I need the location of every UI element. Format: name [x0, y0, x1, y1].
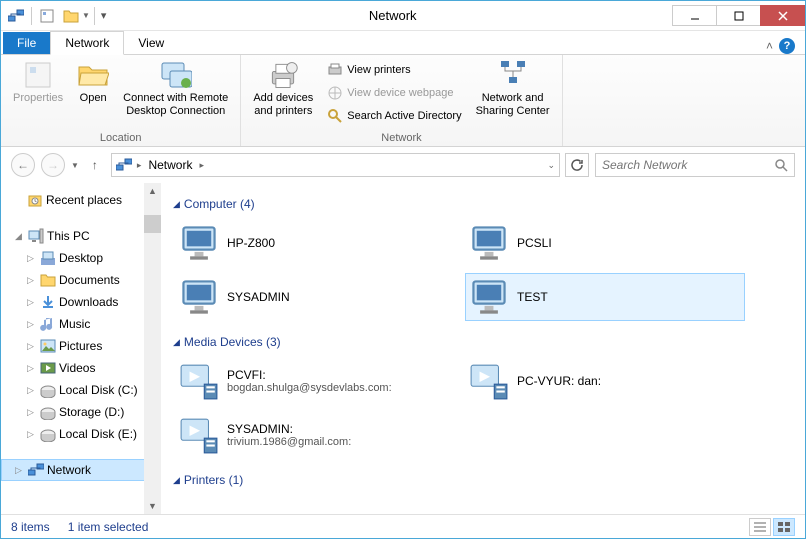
media-item[interactable]: SYSADMIN:trivium.1986@gmail.com: — [175, 411, 455, 459]
forward-button: → — [41, 153, 65, 177]
qat-network-icon[interactable] — [5, 5, 27, 27]
qat-properties-icon[interactable] — [36, 5, 58, 27]
tree-disk-c[interactable]: ▷Local Disk (C:) — [1, 379, 161, 401]
ribbon-tabs: File Network View ˄ ? — [1, 31, 805, 55]
tab-network[interactable]: Network — [50, 31, 124, 55]
media-item[interactable]: PC-VYUR: dan: — [465, 357, 745, 405]
properties-button: Properties — [7, 57, 69, 131]
status-bar: 8 items 1 item selected — [1, 514, 805, 538]
chevron-right-icon[interactable]: ▸ — [196, 160, 207, 171]
tree-videos[interactable]: ▷Videos — [1, 357, 161, 379]
tree-desktop[interactable]: ▷Desktop — [1, 247, 161, 269]
breadcrumb-dropdown-icon[interactable]: ⌄ — [547, 160, 555, 171]
maximize-button[interactable] — [716, 5, 761, 26]
scroll-up-icon[interactable]: ▲ — [144, 183, 161, 199]
view-large-icons-button[interactable] — [773, 518, 795, 536]
breadcrumb-seg-network[interactable]: Network — [146, 158, 194, 172]
computer-item[interactable]: TEST — [465, 273, 745, 321]
ribbon: Properties Open Connect with Remote Desk… — [1, 55, 805, 147]
chevron-right-icon[interactable]: ▸ — [134, 160, 145, 171]
open-button[interactable]: Open — [71, 57, 115, 131]
search-icon[interactable] — [774, 158, 788, 172]
tree-disk-e[interactable]: ▷Local Disk (E:) — [1, 423, 161, 445]
view-printers-button[interactable]: View printers — [325, 59, 463, 81]
qat-new-folder-icon[interactable] — [60, 5, 82, 27]
tree-scrollbar[interactable]: ▲ ▼ — [144, 183, 161, 514]
search-active-directory-button[interactable]: Search Active Directory — [325, 105, 463, 127]
remote-desktop-button[interactable]: Connect with Remote Desktop Connection — [117, 57, 234, 131]
scroll-thumb[interactable] — [144, 215, 161, 233]
search-input[interactable] — [602, 158, 774, 172]
tree-this-pc[interactable]: ◢This PC — [1, 225, 161, 247]
address-bar: ← → ▼ ↑ ▸ Network ▸ ⌄ — [1, 147, 805, 183]
add-devices-button[interactable]: Add devices and printers — [247, 57, 319, 131]
status-item-count: 8 items — [11, 520, 50, 534]
status-selected-count: 1 item selected — [68, 520, 149, 534]
minimize-button[interactable] — [672, 5, 717, 26]
tree-music[interactable]: ▷Music — [1, 313, 161, 335]
tree-storage-d[interactable]: ▷Storage (D:) — [1, 401, 161, 423]
tree-pictures[interactable]: ▷Pictures — [1, 335, 161, 357]
breadcrumb[interactable]: ▸ Network ▸ ⌄ — [111, 153, 560, 177]
quick-access-toolbar: ▼ ▾ — [1, 5, 112, 27]
scroll-down-icon[interactable]: ▼ — [144, 498, 161, 514]
qat-customize-icon[interactable]: ▾ — [99, 9, 109, 22]
media-item[interactable]: PCVFI:bogdan.shulga@sysdevlabs.com: — [175, 357, 455, 405]
close-button[interactable] — [760, 5, 805, 26]
section-media-header[interactable]: ◢Media Devices (3) — [173, 335, 801, 349]
navigation-tree: Recent places ◢This PC ▷Desktop ▷Documen… — [1, 183, 161, 514]
view-device-webpage-button: View device webpage — [325, 82, 463, 104]
section-printers-header[interactable]: ◢Printers (1) — [173, 473, 801, 487]
tree-network[interactable]: ▷Network — [1, 459, 161, 481]
computer-item[interactable]: PCSLI — [465, 219, 745, 267]
computer-item[interactable]: HP-Z800 — [175, 219, 455, 267]
window-title: Network — [112, 8, 673, 23]
refresh-button[interactable] — [565, 153, 589, 177]
view-details-button[interactable] — [749, 518, 771, 536]
tree-downloads[interactable]: ▷Downloads — [1, 291, 161, 313]
network-sharing-center-button[interactable]: Network and Sharing Center — [470, 57, 556, 131]
tree-recent-places[interactable]: Recent places — [1, 189, 161, 211]
computer-item[interactable]: SYSADMIN — [175, 273, 455, 321]
group-location-label: Location — [7, 131, 234, 146]
group-network-label: Network — [247, 131, 555, 146]
minimize-ribbon-icon[interactable]: ˄ — [766, 39, 773, 53]
section-computer-header[interactable]: ◢Computer (4) — [173, 197, 801, 211]
help-icon[interactable]: ? — [779, 38, 795, 54]
search-box[interactable] — [595, 153, 795, 177]
title-bar: ▼ ▾ Network — [1, 1, 805, 31]
breadcrumb-network-icon — [116, 157, 132, 173]
history-dropdown-icon[interactable]: ▼ — [71, 161, 79, 170]
content-pane: ◢Computer (4) HP-Z800 PCSLI SYSADMIN TES… — [161, 183, 805, 514]
tab-view[interactable]: View — [124, 32, 178, 54]
tab-file[interactable]: File — [3, 32, 50, 54]
qat-dropdown-icon[interactable]: ▼ — [82, 11, 90, 20]
up-button[interactable]: ↑ — [85, 155, 105, 175]
tree-documents[interactable]: ▷Documents — [1, 269, 161, 291]
back-button[interactable]: ← — [11, 153, 35, 177]
